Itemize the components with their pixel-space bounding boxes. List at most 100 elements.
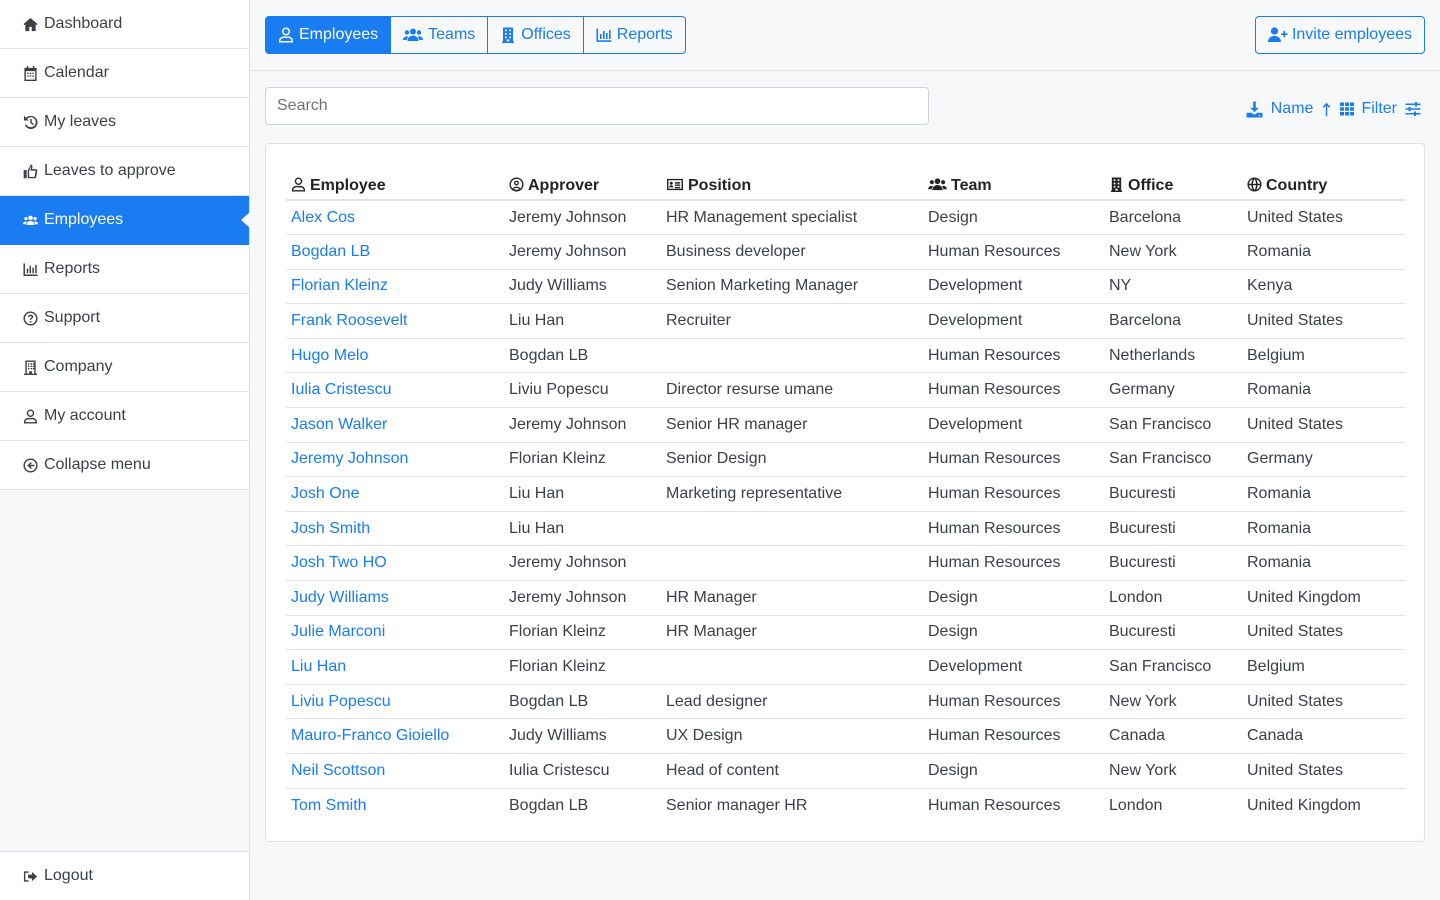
filter-button[interactable]: Filter [1361, 100, 1421, 118]
download-icon [1246, 101, 1263, 117]
cell-office: London [1104, 580, 1242, 616]
employee-link[interactable]: Frank Roosevelt [291, 312, 408, 329]
table-row[interactable]: Neil Scottson Iulia Cristescu Head of cont… [286, 753, 1405, 789]
user-plus-icon [1267, 27, 1288, 42]
employee-link[interactable]: Liu Han [291, 658, 346, 675]
cell-approver: Jeremy Johnson [504, 545, 661, 582]
sidebar-item-leaves-to-approve[interactable]: Leaves to approve [0, 147, 249, 196]
cell-country: United Kingdom [1242, 580, 1405, 616]
cell-country: United States [1242, 684, 1405, 720]
download-button[interactable] [1246, 101, 1263, 118]
sidebar-item-employees[interactable]: Employees [0, 196, 250, 245]
employee-link[interactable]: Jeremy Johnson [291, 450, 408, 467]
table-row[interactable]: Josh One Liu Han Marketing representative H… [286, 476, 1405, 512]
cell-team: Human Resources [928, 796, 1061, 814]
cell-approver: Iulia Cristescu [504, 753, 661, 789]
cell-approver: Florian Kleinz [504, 615, 661, 651]
logout-button[interactable]: Logout [0, 851, 249, 900]
cell-employee: Jason Walker [286, 407, 504, 443]
employee-link[interactable]: Josh Two HO [291, 554, 387, 571]
table-row[interactable]: Alex Cos Jeremy Johnson HR Management spec… [286, 200, 1405, 236]
table-row[interactable]: Bogdan LB Jeremy Johnson Business develope… [286, 234, 1405, 270]
invite-employees-label: Invite employees [1291, 26, 1412, 43]
employee-link[interactable]: Neil Scottson [291, 762, 385, 779]
employee-link[interactable]: Bogdan LB [291, 243, 370, 260]
cell-approver: Liu Han [504, 476, 661, 512]
tab-label: Reports [616, 26, 673, 43]
employee-link[interactable]: Alex Cos [291, 209, 355, 226]
tab-offices[interactable]: Offices [488, 16, 584, 54]
table-row[interactable]: Jason Walker Jeremy Johnson Senior HR mana… [286, 407, 1405, 443]
table-row[interactable]: Hugo Melo Bogdan LB Human Resources Netherl… [286, 338, 1405, 374]
column-header-country[interactable]: Country [1242, 164, 1405, 201]
cell-team: Human Resources [923, 476, 1104, 512]
cell-country: Romania [1242, 511, 1405, 547]
sidebar-item-my-leaves[interactable]: My leaves [0, 98, 249, 147]
table-row[interactable]: Liu Han Florian Kleinz Development San Fran… [286, 649, 1405, 685]
employee-link[interactable]: Josh Smith [291, 520, 370, 537]
home-icon [21, 15, 39, 33]
employee-link[interactable]: Florian Kleinz [291, 277, 388, 294]
employee-link[interactable]: Julie Marconi [291, 623, 385, 640]
employee-link[interactable]: Judy Williams [291, 589, 389, 606]
column-header-team[interactable]: Team [923, 164, 1104, 201]
column-header-position[interactable]: Position [661, 164, 923, 201]
arrow-up-icon [1323, 102, 1331, 116]
table-row[interactable]: Florian Kleinz Judy Williams Senion Market… [286, 269, 1405, 305]
employee-link[interactable]: Mauro-Franco Gioiello [291, 727, 449, 744]
search-input[interactable] [265, 87, 929, 125]
sidebar-item-calendar[interactable]: Calendar [0, 49, 249, 98]
employee-link[interactable]: Josh One [291, 485, 359, 502]
cell-position: Senior Design [661, 442, 923, 478]
cell-office: Canada [1104, 718, 1242, 754]
calendar-icon [21, 64, 39, 82]
grid-view-button[interactable] [1339, 101, 1355, 117]
cell-office: London [1109, 796, 1163, 814]
table-row[interactable]: Josh Smith Liu Han Human Resources Bucurest… [286, 511, 1405, 547]
table-row[interactable]: Liviu Popescu Bogdan LB Lead designer Human… [286, 684, 1405, 720]
cell-country: Canada [1242, 718, 1405, 754]
tab-label: Offices [521, 26, 571, 43]
employee-link[interactable]: Hugo Melo [291, 347, 368, 364]
table-row[interactable]: Tom Smith Bogdan LB Senior manager HR Human… [286, 788, 1405, 823]
cell-team: Human Resources [923, 338, 1104, 374]
sidebar-item-dashboard[interactable]: Dashboard [0, 0, 249, 49]
users-icon [21, 211, 39, 229]
sidebar-item-reports[interactable]: Reports [0, 245, 249, 294]
cell-team: Human Resources [923, 511, 1104, 547]
column-header-employee[interactable]: Employee [286, 164, 504, 201]
cell-country: Romania [1242, 476, 1405, 512]
globe-icon [1247, 176, 1262, 192]
cell-approver: Jeremy Johnson [504, 200, 661, 236]
table-row[interactable]: Judy Williams Jeremy Johnson HR Manager Des… [286, 580, 1405, 616]
sidebar-item-company[interactable]: Company [0, 343, 249, 392]
sort-label: Name [1270, 100, 1314, 117]
tab-label: Employees [299, 26, 379, 43]
user-icon [21, 407, 39, 425]
table-row[interactable]: Frank Roosevelt Liu Han Recruiter Developme… [286, 303, 1405, 339]
column-header-office[interactable]: Office [1104, 164, 1242, 201]
invite-employees-button[interactable]: Invite employees [1254, 16, 1425, 54]
employee-link[interactable]: Tom Smith [291, 797, 367, 814]
employee-link[interactable]: Liviu Popescu [291, 693, 391, 710]
sidebar-item-collapse-menu[interactable]: Collapse menu [0, 441, 249, 490]
column-header-label: Employee [310, 176, 386, 194]
employee-link[interactable]: Jason Walker [291, 416, 387, 433]
tab-teams[interactable]: Teams [391, 16, 489, 54]
table-row[interactable]: Iulia Cristescu Liviu Popescu Director res… [286, 372, 1405, 409]
sidebar-item-support[interactable]: Support [0, 294, 249, 343]
table-row[interactable]: Jeremy Johnson Florian Kleinz Senior Desig… [286, 442, 1405, 478]
column-header-approver[interactable]: Approver [504, 164, 661, 201]
tab-reports[interactable]: Reports [583, 16, 686, 54]
sort-by-name-button[interactable]: Name [1271, 100, 1332, 118]
sidebar-item-my-account[interactable]: My account [0, 392, 249, 441]
cell-position: Marketing representative [661, 476, 923, 512]
tab-label: Teams [428, 26, 476, 43]
cell-employee: Hugo Melo [286, 338, 504, 374]
employee-link[interactable]: Iulia Cristescu [291, 381, 391, 398]
table-row[interactable]: Mauro-Franco Gioiello Judy Williams UX Des… [286, 718, 1405, 754]
tab-employees[interactable]: Employees [265, 16, 392, 54]
table-row[interactable]: Julie Marconi Florian Kleinz HR Manager Des… [286, 615, 1405, 651]
cell-team: Human Resources [923, 718, 1104, 754]
table-row[interactable]: Josh Two HO Jeremy Johnson Human Resources… [286, 545, 1405, 582]
